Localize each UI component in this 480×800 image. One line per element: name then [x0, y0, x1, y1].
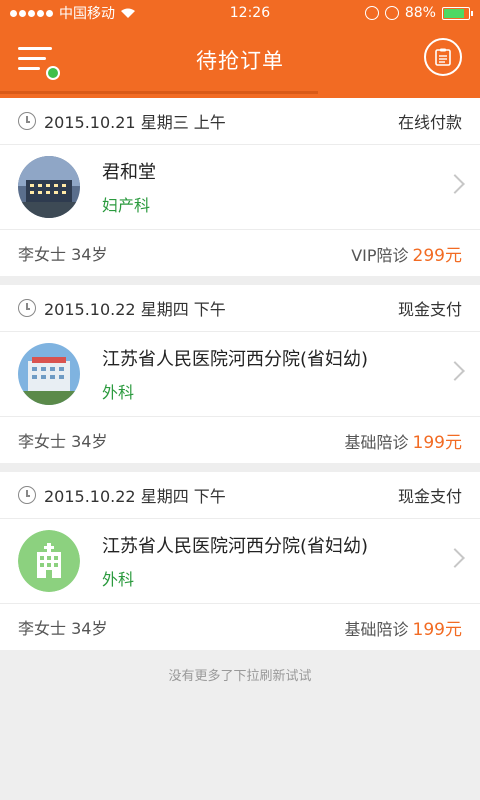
wifi-icon	[121, 8, 135, 18]
price: 199元	[412, 619, 462, 640]
payment-method: 在线付款	[397, 113, 462, 132]
price: 299元	[412, 245, 462, 266]
chevron-right-icon	[445, 548, 465, 568]
alarm-icon	[384, 6, 399, 20]
menu-button[interactable]	[18, 44, 60, 80]
hospital-row[interactable]: 江苏省人民医院河西分院(省妇幼) 外科	[0, 332, 480, 417]
hospital-name: 江苏省人民医院河西分院(省妇幼)	[102, 349, 369, 370]
chevron-right-icon	[445, 174, 465, 194]
hospital-photo	[18, 343, 80, 405]
clock-time: 12:26	[229, 5, 271, 21]
service-type: VIP陪诊	[351, 245, 409, 265]
clock-icon	[18, 486, 36, 504]
status-bar: 中国移动 12:26 88%	[0, 0, 480, 26]
hospital-placeholder-icon	[18, 530, 80, 592]
order-list: 2015.10.21 星期三 上午 在线付款 君和堂 妇产科 李女士 34岁 V…	[0, 98, 480, 684]
nav-bar: 待抢订单	[0, 26, 480, 94]
patient-info: 李女士 34岁	[18, 245, 108, 264]
patient-info: 李女士 34岁	[18, 432, 108, 451]
order-card[interactable]: 2015.10.22 星期四 下午 现金支付 江苏省人民医院河西分院(省妇幼) …	[0, 285, 480, 463]
clock-icon	[18, 112, 36, 130]
chevron-right-icon	[445, 361, 465, 381]
no-more-hint: 没有更多了下拉刷新试试	[168, 669, 312, 684]
order-header: 2015.10.21 星期三 上午 在线付款	[0, 98, 480, 145]
order-footer: 李女士 34岁 基础陪诊 199元	[0, 417, 480, 463]
hospital-row[interactable]: 君和堂 妇产科	[0, 145, 480, 230]
clipboard-icon	[435, 48, 451, 66]
order-card[interactable]: 2015.10.21 星期三 上午 在线付款 君和堂 妇产科 李女士 34岁 V…	[0, 98, 480, 276]
hospital-name: 江苏省人民医院河西分院(省妇幼)	[102, 536, 369, 557]
price: 199元	[412, 432, 462, 453]
carrier-label: 中国移动	[59, 6, 115, 22]
page-title: 待抢订单	[196, 49, 284, 73]
top-bar: 中国移动 12:26 88% 待抢订单	[0, 0, 480, 98]
department: 外科	[102, 383, 135, 402]
payment-method: 现金支付	[397, 487, 462, 506]
order-date: 2015.10.22 星期四 下午	[44, 300, 226, 319]
signal-icon	[10, 9, 53, 17]
hospital-row[interactable]: 江苏省人民医院河西分院(省妇幼) 外科	[0, 519, 480, 604]
patient-info: 李女士 34岁	[18, 619, 108, 638]
order-header: 2015.10.22 星期四 下午 现金支付	[0, 285, 480, 332]
order-date: 2015.10.21 星期三 上午	[44, 113, 226, 132]
payment-method: 现金支付	[397, 300, 462, 319]
hospital-photo	[18, 156, 80, 218]
order-footer: 李女士 34岁 基础陪诊 199元	[0, 604, 480, 650]
notification-dot-icon	[46, 66, 60, 80]
department: 妇产科	[102, 196, 151, 215]
rotation-lock-icon	[364, 6, 379, 20]
order-footer: 李女士 34岁 VIP陪诊 299元	[0, 230, 480, 276]
battery-percent: 88%	[404, 5, 436, 21]
department: 外科	[102, 570, 135, 589]
order-list-button[interactable]	[424, 38, 462, 76]
battery-icon	[441, 6, 473, 20]
clock-icon	[18, 299, 36, 317]
order-date: 2015.10.22 星期四 下午	[44, 487, 226, 506]
tab-indicator	[0, 91, 318, 94]
service-type: 基础陪诊	[344, 619, 409, 639]
order-card[interactable]: 2015.10.22 星期四 下午 现金支付 江苏省人民医院河西分院(省妇幼) …	[0, 472, 480, 650]
order-header: 2015.10.22 星期四 下午 现金支付	[0, 472, 480, 519]
hospital-name: 君和堂	[102, 162, 156, 183]
service-type: 基础陪诊	[344, 432, 409, 452]
